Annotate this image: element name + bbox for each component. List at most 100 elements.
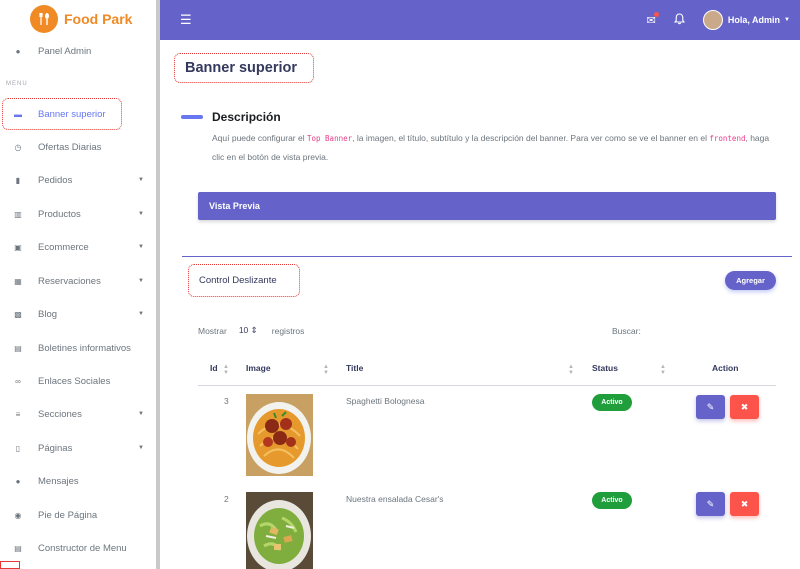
section-divider bbox=[182, 256, 792, 257]
table-header-divider bbox=[198, 385, 776, 386]
page-length-value: 10 bbox=[238, 325, 249, 335]
row-title: Spaghetti Bolognesa bbox=[346, 396, 425, 406]
sidebar-item-paginas[interactable]: ▯ Páginas ▼ bbox=[0, 437, 156, 459]
sidebar-item-pedidos[interactable]: ▮ Pedidos ▼ bbox=[0, 169, 156, 191]
sidebar-item-banner-superior[interactable]: ▬ Banner superior bbox=[0, 103, 156, 125]
description-text-part: , la imagen, el título, subtítulo y la d… bbox=[352, 133, 710, 143]
sidebar-item-secciones[interactable]: ≡ Secciones ▼ bbox=[0, 403, 156, 425]
newsletter-icon: ▤ bbox=[14, 343, 22, 353]
salad-image bbox=[246, 492, 313, 569]
sidebar-item-label: Páginas bbox=[38, 442, 73, 454]
code-top-banner: Top Banner bbox=[306, 134, 353, 143]
chevron-down-icon: ▼ bbox=[138, 445, 144, 451]
sidebar-item-label: Ecommerce bbox=[38, 241, 89, 253]
preview-toggle[interactable]: Vista Previa bbox=[198, 192, 776, 220]
trash-icon: ✖ bbox=[740, 498, 749, 509]
chevron-down-icon: ▼ bbox=[138, 278, 144, 284]
cart-icon: ▥ bbox=[14, 209, 22, 219]
row-title: Nuestra ensalada Cesar's bbox=[346, 494, 444, 504]
status-badge: Activo bbox=[592, 492, 632, 509]
delete-button[interactable]: ✖ bbox=[730, 395, 759, 419]
description-text-part: Aquí puede configurar el bbox=[212, 133, 307, 143]
chair-icon: ▦ bbox=[14, 276, 22, 286]
records-label: registros bbox=[271, 325, 305, 336]
fork-spoon-icon bbox=[30, 5, 58, 33]
slider-control-title: Control Deslizante bbox=[188, 264, 300, 297]
user-greeting[interactable]: Hola, Admin bbox=[728, 15, 780, 25]
page-icon: ▯ bbox=[15, 443, 21, 453]
column-header-id[interactable]: Id bbox=[210, 363, 218, 373]
sidebar-item-label: Pie de Página bbox=[38, 509, 98, 521]
store-icon: ▣ bbox=[14, 242, 22, 252]
banner-icon: ▬ bbox=[14, 109, 22, 119]
corner-marker bbox=[0, 561, 20, 569]
section-accent-bar bbox=[181, 115, 203, 119]
list-icon: ≡ bbox=[15, 409, 21, 419]
sidebar-item-constructor-menu[interactable]: ▤ Constructor de Menu bbox=[0, 537, 156, 559]
sidebar-item-label: Panel Admin bbox=[38, 45, 92, 57]
chevron-down-icon[interactable]: ▼ bbox=[784, 17, 790, 23]
column-header-title[interactable]: Title bbox=[346, 363, 363, 373]
sidebar-item-label: Secciones bbox=[38, 408, 82, 420]
trash-icon: ✖ bbox=[740, 401, 749, 412]
row-id: 2 bbox=[224, 494, 229, 504]
sort-icon[interactable]: ▲ ▼ bbox=[323, 364, 329, 376]
chevron-down-icon: ▼ bbox=[138, 211, 144, 217]
sidebar-item-boletines[interactable]: ▤ Boletines informativos bbox=[0, 337, 156, 359]
sidebar-item-label: Blog bbox=[38, 308, 58, 320]
column-header-status[interactable]: Status bbox=[592, 363, 618, 373]
sidebar-item-reservaciones[interactable]: ▦ Reservaciones ▼ bbox=[0, 270, 156, 292]
edit-icon: ✎ bbox=[706, 498, 715, 509]
description-text: Aquí puede configurar el Top Banner, la … bbox=[212, 129, 772, 167]
delete-button[interactable]: ✖ bbox=[730, 492, 759, 516]
sidebar: Food Park ● Panel Admin MENU ▬ Banner su… bbox=[0, 0, 160, 569]
sort-icon[interactable]: ▲ ▼ bbox=[568, 364, 574, 376]
sidebar-item-blog[interactable]: ▩ Blog ▼ bbox=[0, 303, 156, 325]
topbar: ☰ ✉ Hola, Admin ▼ bbox=[160, 0, 800, 40]
sort-icon[interactable]: ▲ ▼ bbox=[223, 364, 229, 376]
clock-icon: ◷ bbox=[14, 142, 22, 152]
sidebar-item-pie-de-pagina[interactable]: ◉ Pie de Página bbox=[0, 504, 156, 526]
sidebar-item-label: Enlaces Sociales bbox=[38, 375, 111, 387]
link-icon: ∞ bbox=[15, 376, 21, 386]
page-title: Banner superior bbox=[185, 60, 297, 76]
chevron-down-icon: ▼ bbox=[138, 311, 144, 317]
sidebar-item-panel-admin[interactable]: ● Panel Admin bbox=[0, 40, 156, 62]
add-button[interactable]: Agregar bbox=[725, 271, 776, 290]
fire-icon: ● bbox=[15, 46, 21, 56]
sidebar-item-label: Reservaciones bbox=[38, 275, 101, 287]
sidebar-item-label: Ofertas Diarias bbox=[38, 141, 102, 153]
sidebar-item-ofertas-diarias[interactable]: ◷ Ofertas Diarias bbox=[0, 136, 156, 158]
chevron-down-icon: ▼ bbox=[138, 244, 144, 250]
column-header-image[interactable]: Image bbox=[246, 363, 271, 373]
spaghetti-image bbox=[246, 394, 313, 476]
description-title: Descripción bbox=[212, 110, 281, 124]
row-id: 3 bbox=[224, 396, 229, 406]
avatar[interactable] bbox=[702, 10, 723, 30]
sidebar-item-enlaces-sociales[interactable]: ∞ Enlaces Sociales bbox=[0, 370, 156, 392]
edit-button[interactable]: ✎ bbox=[696, 395, 725, 419]
sidebar-item-label: Productos bbox=[38, 208, 81, 220]
page-length-select[interactable]: 10 ⇕ bbox=[239, 325, 258, 336]
hamburger-menu-icon[interactable]: ☰ bbox=[180, 12, 192, 28]
edit-button[interactable]: ✎ bbox=[696, 492, 725, 516]
sidebar-item-label: Mensajes bbox=[38, 475, 79, 487]
menu-header: MENU bbox=[6, 81, 28, 87]
sidebar-item-ecommerce[interactable]: ▣ Ecommerce ▼ bbox=[0, 236, 156, 258]
page-length-control: Mostrar 10 ⇕ registros bbox=[198, 325, 304, 336]
envelope-icon[interactable]: ✉ bbox=[647, 11, 659, 27]
info-icon: ◉ bbox=[14, 510, 22, 520]
brand[interactable]: Food Park bbox=[0, 0, 156, 38]
menu-builder-icon: ▤ bbox=[14, 543, 22, 553]
sidebar-item-productos[interactable]: ▥ Productos ▼ bbox=[0, 203, 156, 225]
sort-icon[interactable]: ▲ ▼ bbox=[660, 364, 666, 376]
page-title-highlight: Banner superior bbox=[174, 53, 314, 83]
code-frontend: frontend bbox=[709, 134, 746, 143]
search-label: Buscar: bbox=[612, 326, 641, 336]
sidebar-item-mensajes[interactable]: ● Mensajes bbox=[0, 470, 156, 492]
edit-icon: ✎ bbox=[706, 401, 715, 412]
chevron-down-icon: ▼ bbox=[138, 177, 144, 183]
sidebar-item-label: Pedidos bbox=[38, 174, 73, 186]
bell-icon[interactable] bbox=[673, 12, 686, 28]
sidebar-item-label: Banner superior bbox=[38, 108, 106, 120]
